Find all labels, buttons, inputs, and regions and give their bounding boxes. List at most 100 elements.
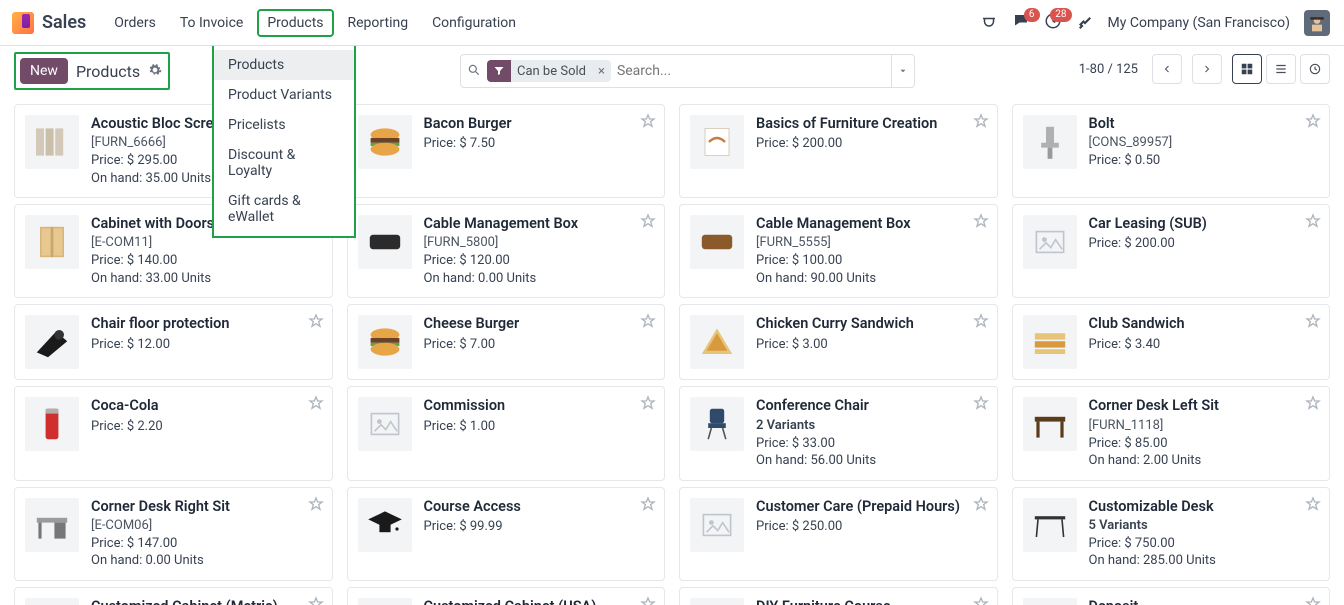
product-card[interactable]: Corner Desk Right Sit[E-COM06]Price: $ 1… — [14, 487, 333, 581]
star-icon[interactable] — [308, 313, 324, 333]
product-thumb — [1023, 498, 1077, 552]
product-info: Cable Management Box[FURN_5555]Price: $ … — [756, 215, 985, 287]
product-name: Club Sandwich — [1089, 315, 1318, 333]
star-icon[interactable] — [640, 113, 656, 133]
star-icon[interactable] — [973, 213, 989, 233]
star-icon[interactable] — [308, 395, 324, 415]
filter-chip-remove[interactable]: × — [592, 62, 611, 81]
product-card[interactable]: Chicken Curry SandwichPrice: $ 3.00 — [679, 304, 998, 380]
product-info: Corner Desk Left Sit[FURN_1118]Price: $ … — [1089, 397, 1318, 469]
star-icon[interactable] — [973, 113, 989, 133]
product-card[interactable]: Course AccessPrice: $ 99.99 — [347, 487, 666, 581]
product-thumb — [690, 315, 744, 369]
star-icon[interactable] — [308, 496, 324, 516]
product-thumb — [1023, 315, 1077, 369]
star-icon[interactable] — [640, 313, 656, 333]
star-icon[interactable] — [640, 395, 656, 415]
star-icon[interactable] — [1305, 496, 1321, 516]
product-price: Price: $ 99.99 — [424, 518, 653, 536]
company-selector[interactable]: My Company (San Francisco) — [1108, 15, 1290, 31]
star-icon[interactable] — [1305, 213, 1321, 233]
product-thumb — [1023, 397, 1077, 451]
product-info: Coca-ColaPrice: $ 2.20 — [91, 397, 320, 469]
list-view-button[interactable] — [1266, 54, 1296, 84]
star-icon[interactable] — [973, 313, 989, 333]
product-price: Price: $ 0.50 — [1089, 152, 1318, 170]
menu-item-orders[interactable]: Orders — [104, 9, 166, 37]
product-thumb — [25, 397, 79, 451]
product-info: Chair floor protectionPrice: $ 12.00 — [91, 315, 320, 369]
product-card[interactable]: Car Leasing (SUB)Price: $ 200.00 — [1012, 204, 1331, 298]
user-avatar[interactable] — [1304, 10, 1330, 36]
dropdown-item-discount-loyalty[interactable]: Discount & Loyalty — [214, 140, 354, 186]
activities-button[interactable]: 28 — [1044, 12, 1062, 34]
product-card[interactable]: Deposit — [1012, 587, 1331, 605]
product-card[interactable]: Coca-ColaPrice: $ 2.20 — [14, 386, 333, 480]
star-icon[interactable] — [640, 213, 656, 233]
messages-button[interactable]: 6 — [1012, 12, 1030, 34]
menu-item-configuration[interactable]: Configuration — [422, 9, 526, 37]
pager-next-button[interactable] — [1192, 54, 1222, 84]
pager-prev-button[interactable] — [1152, 54, 1182, 84]
menu-item-reporting[interactable]: Reporting — [338, 9, 419, 37]
product-card[interactable]: Cable Management Box[FURN_5555]Price: $ … — [679, 204, 998, 298]
activity-view-button[interactable] — [1300, 54, 1330, 84]
product-card[interactable]: Basics of Furniture CreationPrice: $ 200… — [679, 104, 998, 198]
product-price: Price: $ 250.00 — [756, 518, 985, 536]
product-card[interactable]: Corner Desk Left Sit[FURN_1118]Price: $ … — [1012, 386, 1331, 480]
search-input[interactable] — [617, 63, 885, 79]
star-icon[interactable] — [1305, 313, 1321, 333]
product-info: Conference Chair2 VariantsPrice: $ 33.00… — [756, 397, 985, 469]
product-card[interactable]: Chair floor protectionPrice: $ 12.00 — [14, 304, 333, 380]
kanban-view-button[interactable] — [1232, 54, 1262, 84]
product-info: DIY Furniture Course — [756, 598, 985, 605]
product-price: Price: $ 2.20 — [91, 418, 320, 436]
gear-icon[interactable] — [148, 62, 162, 81]
star-icon[interactable] — [1305, 113, 1321, 133]
product-card[interactable]: Customer Care (Prepaid Hours)Price: $ 25… — [679, 487, 998, 581]
product-price: Price: $ 12.00 — [91, 336, 320, 354]
messages-badge: 6 — [1024, 8, 1040, 22]
star-icon[interactable] — [973, 395, 989, 415]
product-variants: 5 Variants — [1089, 518, 1318, 533]
tools-icon[interactable] — [1076, 14, 1094, 32]
star-icon[interactable] — [1305, 596, 1321, 605]
product-card[interactable]: Customizable Desk5 VariantsPrice: $ 750.… — [1012, 487, 1331, 581]
product-card[interactable]: Club SandwichPrice: $ 3.40 — [1012, 304, 1331, 380]
pager-text[interactable]: 1-80 / 125 — [1079, 62, 1138, 77]
product-name: Cheese Burger — [424, 315, 653, 333]
product-card[interactable]: Bolt[CONS_89957]Price: $ 0.50 — [1012, 104, 1331, 198]
phone-icon[interactable] — [980, 14, 998, 32]
product-card[interactable]: Cable Management Box[FURN_5800]Price: $ … — [347, 204, 666, 298]
product-card[interactable]: DIY Furniture Course — [679, 587, 998, 605]
product-price: Price: $ 7.50 — [424, 135, 653, 153]
dropdown-item-pricelists[interactable]: Pricelists — [214, 110, 354, 140]
product-price: Price: $ 147.00 — [91, 535, 320, 553]
dropdown-item-product-variants[interactable]: Product Variants — [214, 80, 354, 110]
star-icon[interactable] — [640, 596, 656, 605]
search-dropdown-toggle[interactable] — [891, 54, 915, 88]
menu-item-products[interactable]: Products — [257, 9, 333, 37]
app-brand[interactable]: Sales — [42, 12, 86, 33]
product-card[interactable]: Customized Cabinet (Metric) — [14, 587, 333, 605]
new-button[interactable]: New — [20, 58, 68, 84]
product-thumb — [25, 215, 79, 269]
star-icon[interactable] — [640, 496, 656, 516]
breadcrumb-group: New Products — [14, 52, 170, 90]
star-icon[interactable] — [973, 496, 989, 516]
product-price: Price: $ 100.00 — [756, 252, 985, 270]
product-info: Corner Desk Right Sit[E-COM06]Price: $ 1… — [91, 498, 320, 570]
star-icon[interactable] — [308, 596, 324, 605]
product-stock: On hand: 56.00 Units — [756, 452, 985, 470]
product-card[interactable]: CommissionPrice: $ 1.00 — [347, 386, 666, 480]
star-icon[interactable] — [1305, 395, 1321, 415]
product-card[interactable]: Cheese BurgerPrice: $ 7.00 — [347, 304, 666, 380]
dropdown-item-products[interactable]: Products — [214, 50, 354, 80]
product-name: Corner Desk Right Sit — [91, 498, 320, 516]
dropdown-item-gift-cards-ewallet[interactable]: Gift cards & eWallet — [214, 186, 354, 232]
product-card[interactable]: Customized Cabinet (USA) — [347, 587, 666, 605]
star-icon[interactable] — [973, 596, 989, 605]
product-card[interactable]: Conference Chair2 VariantsPrice: $ 33.00… — [679, 386, 998, 480]
menu-item-to-invoice[interactable]: To Invoice — [170, 9, 254, 37]
product-card[interactable]: Bacon BurgerPrice: $ 7.50 — [347, 104, 666, 198]
